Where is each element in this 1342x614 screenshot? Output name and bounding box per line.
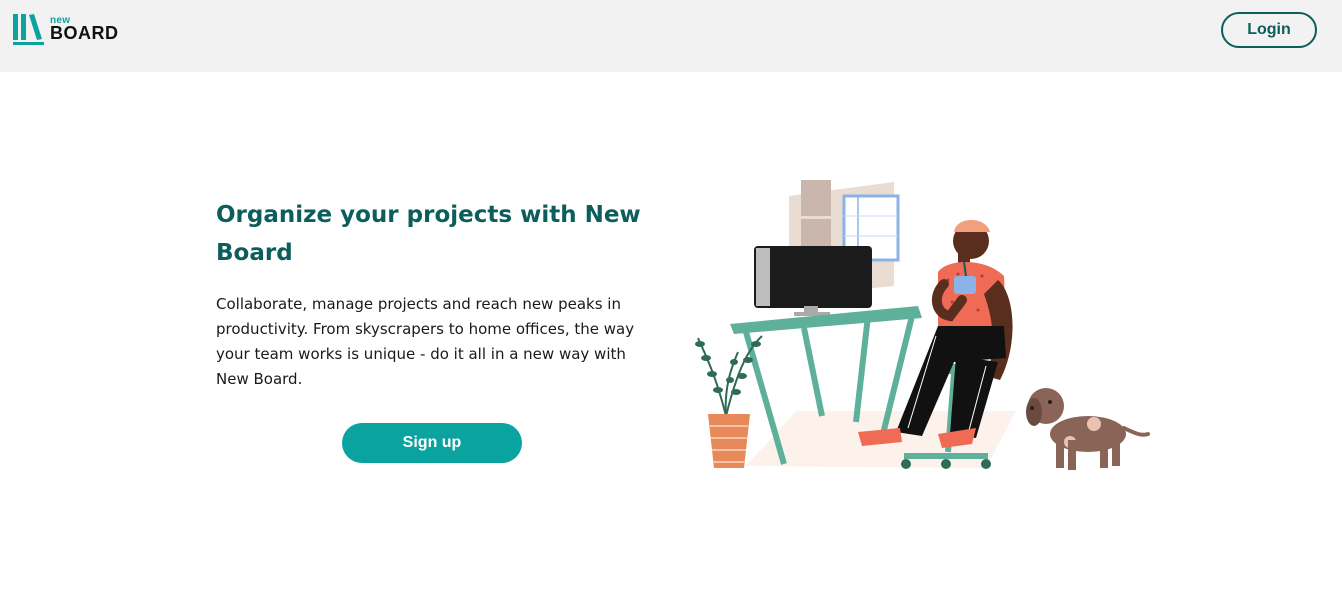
signup-button[interactable]: Sign up <box>342 423 522 463</box>
login-button[interactable]: Login <box>1221 12 1317 48</box>
top-navbar: new BOARD Login <box>0 0 1342 72</box>
books-logo-icon <box>13 14 44 45</box>
hero-description: Collaborate, manage projects and reach n… <box>216 295 635 388</box>
person-at-desk-with-dog-illustration <box>695 180 1150 470</box>
logo-big-text: BOARD <box>50 23 119 43</box>
brand-logo[interactable]: new BOARD <box>12 12 122 48</box>
hero-title: Organize your projects with New Board <box>216 202 641 266</box>
